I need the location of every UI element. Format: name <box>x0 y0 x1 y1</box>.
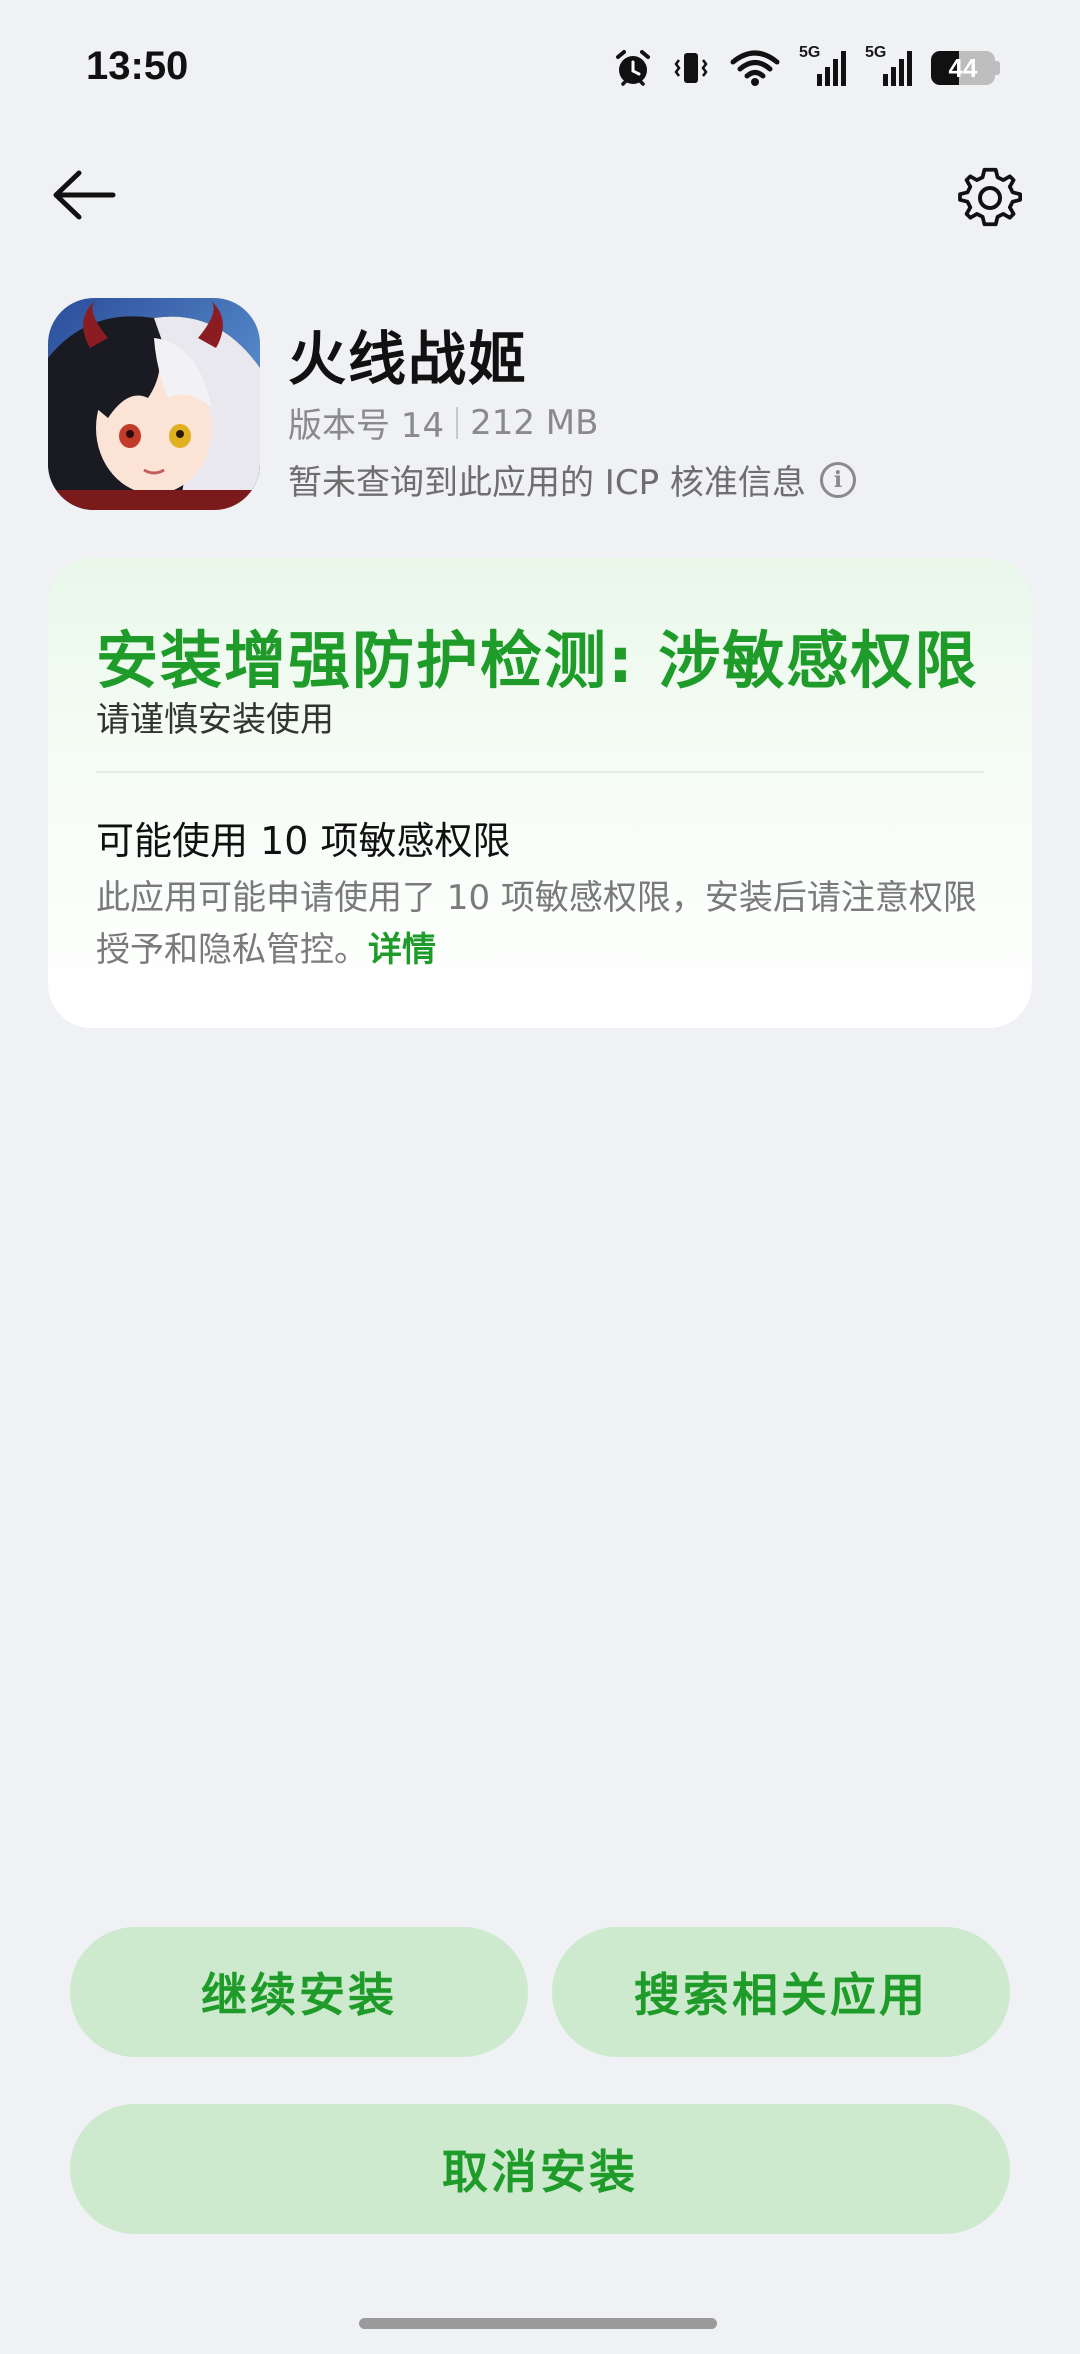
vibrate-icon <box>671 48 711 88</box>
battery-icon: 44 <box>931 51 1000 85</box>
battery-cap <box>995 61 1000 75</box>
home-indicator[interactable] <box>359 2318 717 2329</box>
permission-description: 此应用可能申请使用了 10 项敏感权限，安装后请注意权限授予和隐私管控。详情 <box>96 872 996 976</box>
card-divider <box>96 771 984 773</box>
icp-notice: 暂未查询到此应用的 ICP 核准信息 <box>288 463 806 503</box>
status-time: 13:50 <box>86 44 189 88</box>
alarm-icon <box>613 48 653 88</box>
warning-title: 安装增强防护检测: 涉敏感权限 <box>96 624 979 697</box>
status-icons: 5G 5G 44 <box>613 44 1000 88</box>
app-name: 火线战姬 <box>288 325 529 393</box>
signal-5g-icon: 5G <box>799 44 847 88</box>
permission-desc-text: 此应用可能申请使用了 10 项敏感权限，安装后请注意权限授予和隐私管控。 <box>96 878 977 970</box>
signal-5g-label: 5G <box>865 44 887 61</box>
app-icon <box>48 298 260 510</box>
icp-notice-row: 暂未查询到此应用的 ICP 核准信息 i <box>288 455 856 504</box>
warning-subtitle: 请谨慎安装使用 <box>96 700 334 740</box>
status-bar: 13:50 5G 5G 44 <box>0 0 1080 140</box>
meta-divider <box>456 406 459 439</box>
gear-icon <box>958 167 1022 227</box>
app-size: 212 MB <box>470 402 599 443</box>
signal-5g-label: 5G <box>799 44 821 61</box>
wifi-icon <box>729 48 781 88</box>
app-meta: 版本号 14 212 MB <box>288 398 598 447</box>
permission-title: 可能使用 10 项敏感权限 <box>96 819 511 863</box>
info-icon[interactable]: i <box>819 461 856 498</box>
cancel-install-button[interactable]: 取消安装 <box>70 2104 1010 2234</box>
battery-level: 44 <box>948 52 978 83</box>
continue-install-button[interactable]: 继续安装 <box>70 1927 528 2057</box>
security-warning-card: 安装增强防护检测: 涉敏感权限 请谨慎安装使用 可能使用 10 项敏感权限 此应… <box>48 558 1032 1028</box>
arrow-left-icon <box>53 170 116 220</box>
back-button[interactable] <box>44 160 124 230</box>
battery-body: 44 <box>931 51 995 85</box>
signal-5g-icon: 5G <box>865 44 913 88</box>
settings-button[interactable] <box>950 158 1030 238</box>
app-version: 版本号 14 <box>288 406 445 446</box>
search-related-apps-button[interactable]: 搜索相关应用 <box>552 1927 1010 2057</box>
details-link[interactable]: 详情 <box>368 930 436 970</box>
